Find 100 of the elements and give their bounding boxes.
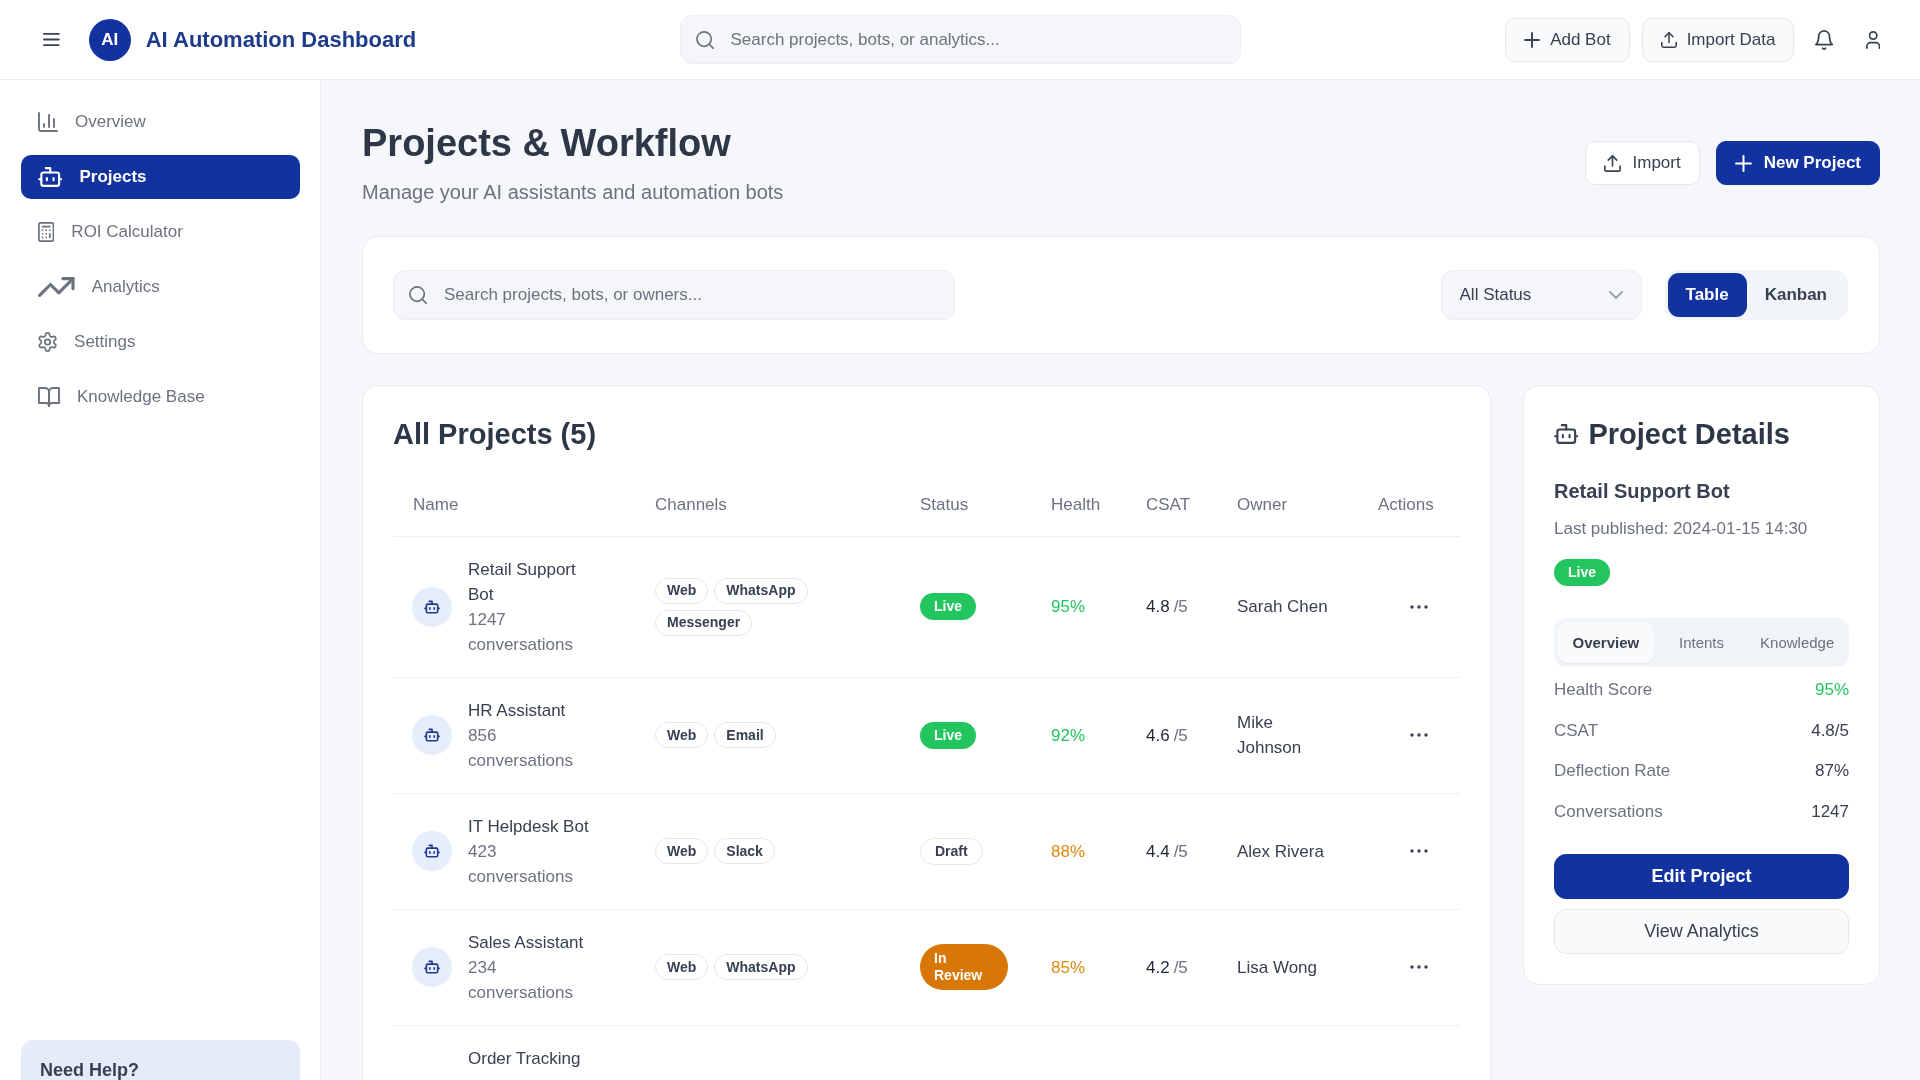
column-header: Channels <box>635 474 900 536</box>
robot-icon <box>412 715 452 755</box>
sidebar-item[interactable]: Overview <box>21 100 300 144</box>
add-bot-button[interactable]: Add Bot <box>1505 17 1630 62</box>
chevron-down-icon <box>1608 291 1623 299</box>
robot-icon <box>412 586 452 627</box>
detail-tab[interactable]: Knowledge <box>1749 622 1845 663</box>
metric-label: Health Score <box>1554 680 1653 701</box>
health-value: 88% <box>1051 841 1086 861</box>
csat-score: 4.2 <box>1146 957 1170 977</box>
search-icon <box>695 30 714 49</box>
channel-tag: Web <box>655 838 709 864</box>
bar-chart-icon <box>38 112 58 132</box>
column-header: Name <box>393 474 635 536</box>
channel-tag: Slack <box>714 838 775 864</box>
sidebar-item[interactable]: Projects <box>21 155 300 199</box>
channel-tag: WhatsApp <box>714 577 808 604</box>
health-value: 95% <box>1051 597 1086 616</box>
conversation-count: 1247 conversations <box>468 608 574 656</box>
project-name: Retail Support Bot <box>468 558 577 606</box>
view-tab[interactable]: Kanban <box>1746 273 1845 317</box>
status-badge: In Review <box>920 944 1008 990</box>
column-header: CSAT <box>1126 474 1217 536</box>
search-field[interactable]: Search projects, bots, or analytics... <box>679 15 1241 64</box>
csat-scale: /5 <box>1173 725 1188 745</box>
channel-tag: WhatsApp <box>714 954 808 980</box>
health-value: 92% <box>1051 725 1086 745</box>
app-title: AI Automation Dashboard <box>145 26 417 53</box>
book-icon <box>38 387 60 407</box>
csat-scale: /5 <box>1173 597 1188 616</box>
status-select[interactable]: All Status <box>1440 270 1642 320</box>
plus-icon <box>1734 154 1752 172</box>
csat-score: 4.4 <box>1146 841 1170 861</box>
health-value: 85% <box>1051 957 1086 977</box>
status-badge: Live <box>1554 559 1610 586</box>
sidebar-item[interactable]: Analytics <box>21 265 300 309</box>
channel-tag: Web <box>655 954 709 980</box>
csat-scale: /5 <box>1173 841 1188 861</box>
csat-score: 4.8 <box>1146 597 1170 616</box>
card-title: Project Details <box>1588 417 1790 452</box>
status-badge: Live <box>920 593 976 620</box>
page-subtitle: Manage your AI assistants and automation bots <box>362 180 784 205</box>
csat-scale: /5 <box>1173 957 1188 977</box>
status-badge: Draft <box>920 837 983 865</box>
project-name: IT Helpdesk Bot <box>468 815 590 838</box>
menu-icon[interactable] <box>43 33 60 46</box>
owner-name: Mike Johnson <box>1237 713 1302 757</box>
owner-name: Lisa Wong <box>1237 957 1317 977</box>
sidebar-item[interactable]: Knowledge Base <box>21 375 300 419</box>
publish-date: Last published: 2024-01-15 14:30 <box>1554 518 1809 540</box>
detail-tab[interactable]: Intents <box>1653 622 1750 663</box>
help-title: Need Help? <box>40 1060 141 1080</box>
metric-value: 4.8/5 <box>1811 720 1849 741</box>
plus-icon <box>1524 31 1541 48</box>
import-button[interactable]: Import <box>1584 141 1700 185</box>
status-badge: Live <box>920 721 976 749</box>
settings-icon <box>38 332 58 352</box>
metric-value: 87% <box>1814 761 1849 782</box>
channel-tag: Web <box>655 722 709 748</box>
project-name: HR Assistant <box>468 699 567 722</box>
metric-value: 1247 <box>1811 801 1849 822</box>
new-project-button[interactable]: New Project <box>1715 141 1880 185</box>
column-header: Status <box>900 474 1031 536</box>
upload-icon <box>1660 31 1677 48</box>
upload-icon <box>1603 154 1621 172</box>
view-tab[interactable]: Table <box>1667 273 1747 317</box>
robot-icon <box>412 831 452 871</box>
search-icon <box>409 286 427 304</box>
bell-icon[interactable] <box>1815 29 1834 50</box>
column-header: Owner <box>1217 474 1358 536</box>
sidebar-item[interactable]: ROI Calculator <box>21 210 300 254</box>
calculator-icon <box>38 222 55 242</box>
search-field[interactable]: Search projects, bots, or owners... <box>393 270 955 320</box>
column-header: Actions <box>1358 474 1460 536</box>
ellipsis-icon[interactable] <box>1410 849 1428 853</box>
conversation-count: 423 conversations <box>468 840 574 888</box>
page-title: Projects & Workflow <box>362 121 732 166</box>
edit-project-button[interactable]: Edit Project <box>1554 854 1849 899</box>
ellipsis-icon[interactable] <box>1410 965 1428 969</box>
detail-tab[interactable]: Overview <box>1558 622 1654 663</box>
ellipsis-icon[interactable] <box>1410 733 1428 737</box>
column-header: Health <box>1031 474 1126 536</box>
sidebar-item[interactable]: Settings <box>21 320 300 364</box>
robot-icon <box>412 947 452 987</box>
metric-label: Deflection Rate <box>1554 761 1671 782</box>
ellipsis-icon[interactable] <box>1410 604 1428 609</box>
channel-tag: Web <box>655 577 709 604</box>
project-name: Sales Assistant <box>468 931 585 954</box>
view-analytics-button[interactable]: View Analytics <box>1554 909 1849 954</box>
user-icon[interactable] <box>1865 30 1880 49</box>
metric-label: CSAT <box>1554 720 1599 741</box>
robot-icon <box>38 167 63 187</box>
metric-label: Conversations <box>1554 801 1663 822</box>
conversation-count: 856 conversations <box>468 724 574 772</box>
import-data-button[interactable]: Import Data <box>1641 17 1795 62</box>
app-logo: AI <box>88 18 131 61</box>
metric-value: 95% <box>1814 680 1849 701</box>
channel-tag: Messenger <box>655 609 753 636</box>
csat-score: 4.6 <box>1146 725 1170 745</box>
owner-name: Alex Rivera <box>1237 841 1324 861</box>
